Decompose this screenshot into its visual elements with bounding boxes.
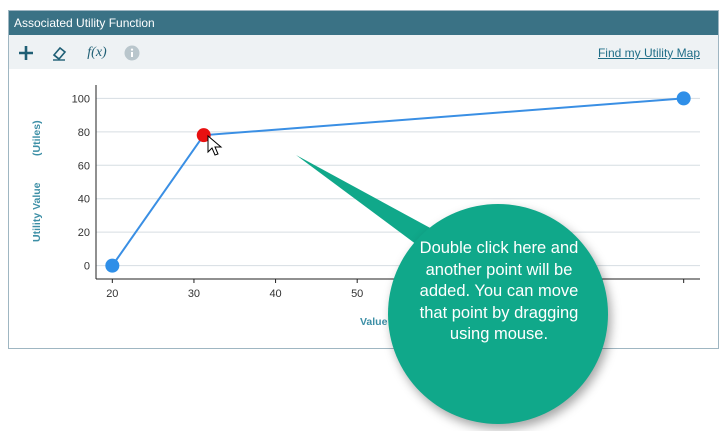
y-axis-label: Utility Value: [31, 182, 43, 242]
chart-axes: 0204060801002030405090: [72, 85, 700, 300]
y-tick-label: 80: [78, 127, 90, 139]
x-tick-label: 20: [106, 288, 118, 300]
y-tick-label: 40: [78, 194, 90, 206]
chart-series: [105, 91, 691, 273]
y-tick-label: 0: [84, 261, 90, 273]
y-tick-label: 20: [78, 227, 90, 239]
y-tick-label: 100: [72, 93, 90, 105]
x-tick-label: 40: [269, 288, 281, 300]
data-point[interactable]: [105, 258, 120, 273]
callout-text: Double click here and another point will…: [419, 239, 579, 343]
data-point[interactable]: [676, 91, 691, 106]
x-axis-label: Value: [360, 316, 388, 328]
y-tick-label: 60: [78, 160, 90, 172]
utility-chart: 0204060801002030405090 Utility Value (Ut…: [31, 85, 700, 424]
y-axis-unit: (Utiles): [31, 120, 43, 156]
utility-curve-line: [111, 97, 684, 267]
x-tick-label: 30: [188, 288, 200, 300]
chart-grid: [96, 97, 700, 267]
mouse-cursor-icon: [207, 134, 223, 156]
x-tick-label: 50: [351, 288, 363, 300]
